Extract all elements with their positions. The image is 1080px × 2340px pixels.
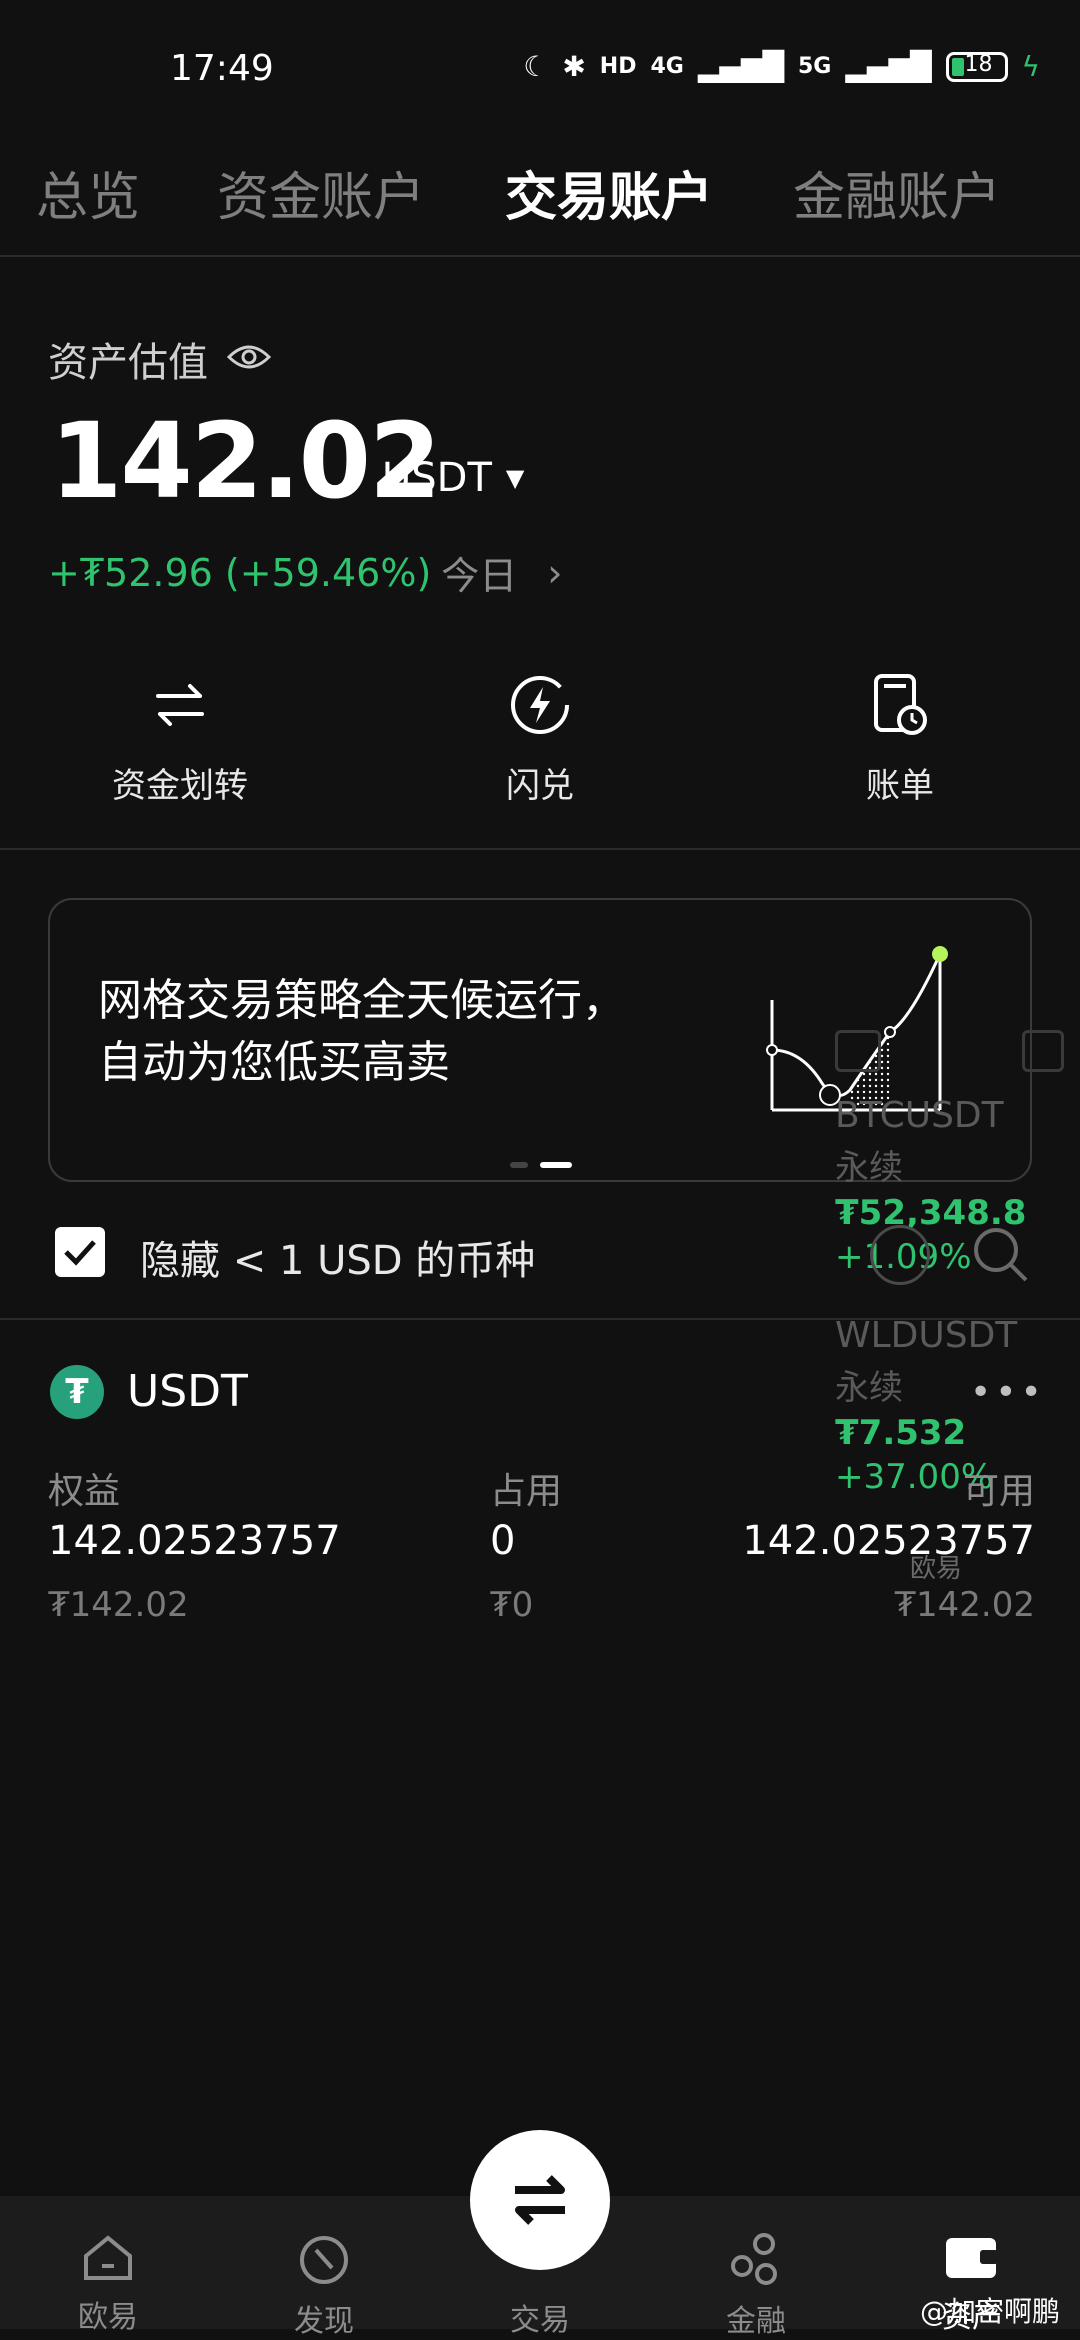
nav-discover-label: 发现 (294, 2304, 354, 2339)
ticker-price: ₮52,348.8 (835, 1193, 1027, 1233)
section-divider (0, 1318, 1080, 1320)
bluetooth-icon: ✱ (562, 50, 586, 83)
unit-label: USDT (382, 455, 492, 501)
status-time: 17:49 (170, 48, 274, 89)
signal-bars-icon-2: ▂▄▆█ (845, 50, 932, 83)
today-pnl-row[interactable]: +₮52.96 (+59.46%) 今日 › (48, 545, 562, 600)
battery-icon: 18 (945, 51, 1008, 82)
moon-icon: ☾ (523, 50, 549, 83)
frozen-value: 0 (490, 1518, 516, 1564)
tab-overview[interactable]: 总览 (36, 155, 140, 230)
settings-icon[interactable] (870, 1225, 930, 1285)
available-sub: ₮142.02 (894, 1585, 1035, 1625)
signal-bars-icon: ▂▄▆█ (697, 50, 784, 83)
home-icon (84, 2235, 132, 2280)
nav-home-label: 欧易 (78, 2300, 138, 2335)
transfer-icon (30, 670, 330, 740)
overlay-expand-icon[interactable] (1022, 1030, 1064, 1072)
pnl-period: 今日 (441, 554, 518, 598)
bill-icon (750, 670, 1050, 740)
okx-logo: 欧易 (910, 1554, 963, 1584)
hd-icon: HD (599, 54, 637, 79)
signal-4g-icon: 4G (650, 54, 684, 79)
hide-small-checkbox[interactable] (55, 1227, 105, 1277)
transfer-button[interactable]: 资金划转 (30, 670, 330, 807)
pager-dot-active (540, 1162, 572, 1168)
eye-icon[interactable] (226, 336, 272, 382)
caret-down-icon: ▼ (505, 464, 525, 492)
frozen-header: 占用 (490, 1471, 563, 1512)
trade-swap-icon (515, 2175, 565, 2225)
asset-amount: 142.02 (50, 400, 441, 522)
equity-sub: ₮142.02 (48, 1585, 189, 1625)
flash-swap-label: 闪兑 (506, 766, 574, 806)
tab-trading-account[interactable]: 交易账户 (505, 155, 713, 230)
ticker-symbol: BTCUSDT (835, 1095, 1004, 1136)
transfer-label: 资金划转 (112, 766, 248, 806)
chevron-right-icon: › (547, 550, 563, 595)
tab-funding-account[interactable]: 资金账户 (217, 155, 425, 230)
hide-small-label: 隐藏 < 1 USD 的币种 (140, 1238, 536, 1284)
account-tabs: 总览 资金账户 交易账户 金融账户 (0, 150, 1080, 257)
nav-discover[interactable]: 发现 (244, 2232, 404, 2340)
asset-label-row: 资产估值 (48, 330, 272, 388)
unit-selector[interactable]: USDT ▼ (382, 455, 524, 501)
signal-5g-icon: 5G (798, 54, 832, 79)
tab-earn-account[interactable]: 金融账户 (793, 155, 1001, 230)
search-icon[interactable] (970, 1224, 1030, 1288)
tether-icon: ₮ (50, 1365, 104, 1419)
equity-value: 142.02523757 (48, 1518, 341, 1564)
frozen-sub: ₮0 (490, 1585, 534, 1625)
overlay-collapse-icon[interactable] (835, 1030, 881, 1072)
finance-icon (731, 2233, 777, 2285)
currency-name: USDT (127, 1366, 248, 1417)
banner-text: 网格交易策略全天候运行， 自动为您低买高卖 (98, 975, 626, 1088)
ticker-symbol: WLDUSDT (835, 1315, 1018, 1356)
ticker-price: ₮7.532 (835, 1413, 967, 1453)
available-header: 可用 (962, 1471, 1035, 1512)
status-bar: 17:49 ☾ ✱ HD 4G ▂▄▆█ 5G ▂▄▆█ 18 ϟ (0, 0, 1080, 140)
bill-button[interactable]: 账单 (750, 670, 1050, 807)
equity-header: 权益 (48, 1471, 121, 1512)
banner-pager (510, 1162, 572, 1168)
pager-dot (510, 1162, 528, 1168)
more-options-icon[interactable]: ••• (970, 1372, 1046, 1413)
flash-swap-button[interactable]: 闪兑 (390, 670, 690, 807)
wallet-icon (946, 2238, 998, 2278)
discover-icon (300, 2236, 348, 2284)
section-divider (0, 848, 1080, 850)
checkmark-icon (64, 1240, 96, 1266)
nav-finance-label: 金融 (726, 2304, 786, 2339)
nav-home[interactable]: 欧易 (28, 2232, 188, 2336)
bill-label: 账单 (866, 766, 934, 806)
nav-finance[interactable]: 金融 (676, 2232, 836, 2340)
pnl-value: +₮52.96 (+59.46%) (48, 550, 432, 595)
watermark: @加密啊鹏 (920, 2295, 1061, 2328)
status-icons: ☾ ✱ HD 4G ▂▄▆█ 5G ▂▄▆█ 18 ϟ (523, 50, 1040, 83)
charging-icon: ϟ (1021, 50, 1040, 83)
asset-label: 资产估值 (48, 340, 208, 386)
trade-fab-button[interactable] (470, 2130, 610, 2270)
nav-trade-label: 交易 (510, 2303, 570, 2338)
ticker-type: 永续 (835, 1148, 903, 1188)
available-value: 142.02523757 (742, 1518, 1035, 1564)
flash-swap-icon (390, 670, 690, 740)
grid-chart-illustration (766, 946, 948, 1112)
